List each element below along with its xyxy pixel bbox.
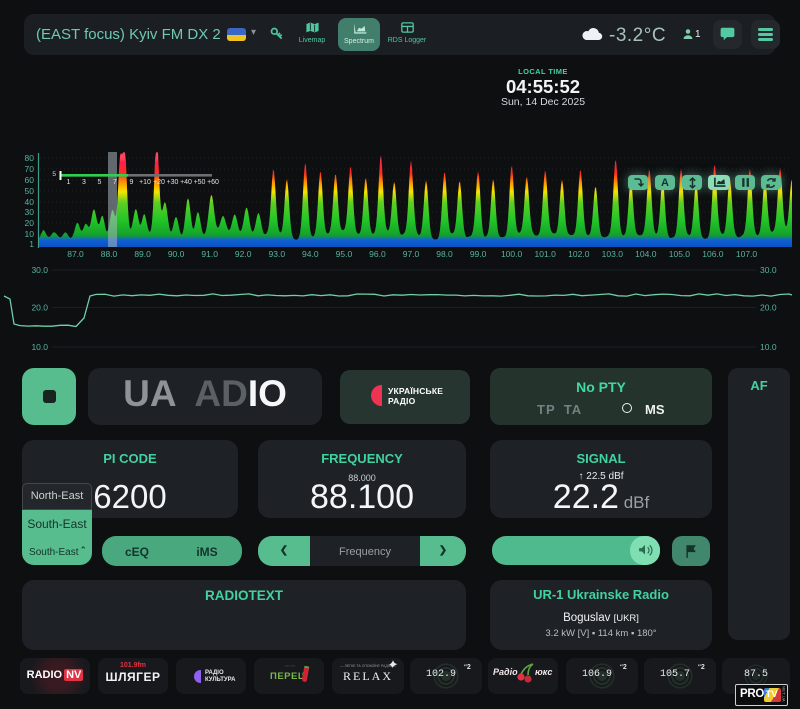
svg-text:1: 1: [67, 179, 71, 186]
svg-text:95.0: 95.0: [336, 249, 353, 259]
svg-text:102.0: 102.0: [568, 249, 590, 259]
svg-text:3: 3: [82, 179, 86, 186]
svg-text:92.0: 92.0: [235, 249, 252, 259]
svg-text:104.0: 104.0: [635, 249, 657, 259]
svg-text:+60: +60: [207, 179, 219, 186]
svg-text:+30: +30: [167, 179, 179, 186]
svg-text:10.0: 10.0: [31, 342, 48, 352]
svg-text:40: 40: [25, 197, 35, 207]
svg-text:96.0: 96.0: [369, 249, 386, 259]
svg-text:103.0: 103.0: [602, 249, 624, 259]
svg-text:+40: +40: [180, 179, 192, 186]
svg-text:10.0: 10.0: [760, 342, 777, 352]
svg-text:+10: +10: [139, 179, 151, 186]
svg-text:50: 50: [25, 186, 35, 196]
svg-text:106.0: 106.0: [702, 249, 724, 259]
svg-text:10: 10: [25, 229, 35, 239]
svg-text:5: 5: [98, 179, 102, 186]
svg-text:88.0: 88.0: [101, 249, 118, 259]
svg-text:89.0: 89.0: [134, 249, 151, 259]
svg-text:20.0: 20.0: [31, 303, 48, 313]
svg-text:5: 5: [52, 171, 56, 178]
svg-text:100.0: 100.0: [501, 249, 523, 259]
svg-text:30: 30: [25, 207, 35, 217]
svg-text:97.0: 97.0: [403, 249, 420, 259]
svg-text:101.0: 101.0: [535, 249, 557, 259]
svg-text:87.0: 87.0: [67, 249, 84, 259]
svg-text:70: 70: [25, 164, 35, 174]
svg-text:20: 20: [25, 218, 35, 228]
svg-text:98.0: 98.0: [436, 249, 453, 259]
svg-text:30.0: 30.0: [31, 265, 48, 275]
svg-text:+50: +50: [194, 179, 206, 186]
svg-text:20.0: 20.0: [760, 303, 777, 313]
svg-text:91.0: 91.0: [201, 249, 218, 259]
svg-text:94.0: 94.0: [302, 249, 319, 259]
svg-text:107.0: 107.0: [736, 249, 758, 259]
svg-text:9: 9: [130, 179, 134, 186]
svg-text:+20: +20: [153, 179, 165, 186]
svg-text:93.0: 93.0: [269, 249, 286, 259]
svg-text:60: 60: [25, 175, 35, 185]
svg-text:90.0: 90.0: [168, 249, 185, 259]
svg-text:105.0: 105.0: [669, 249, 691, 259]
svg-text:1: 1: [29, 239, 34, 249]
svg-text:80: 80: [25, 153, 35, 163]
svg-text:99.0: 99.0: [470, 249, 487, 259]
svg-text:7: 7: [113, 179, 117, 186]
svg-text:30.0: 30.0: [760, 265, 777, 275]
